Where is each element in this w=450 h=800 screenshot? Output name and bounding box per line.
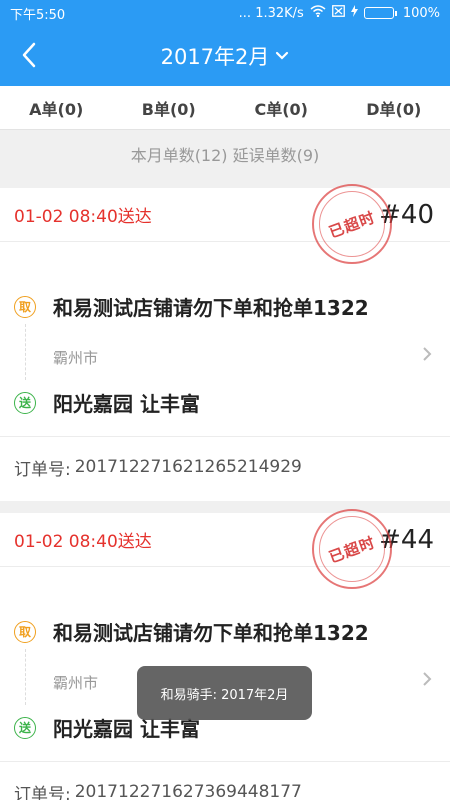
delivery-badge: 送 xyxy=(14,716,36,739)
shop-name: 和易测试店铺请勿下单和抢单1322 xyxy=(53,296,369,320)
order-id: 20171227162126521492​9 xyxy=(74,457,302,477)
customer-address: 阳光嘉园 让丰富 xyxy=(53,392,200,416)
route-connector xyxy=(25,649,26,705)
pickup-badge: 取 xyxy=(14,620,36,643)
order-card[interactable]: 01-02 08:40送达 已超时 #40 取 和易测试店铺请勿下单和抢单132… xyxy=(0,184,450,501)
chevron-right-icon[interactable] xyxy=(422,671,432,687)
order-id-row: 订单号: 20171227162736944817​7 xyxy=(0,762,450,800)
tab-d[interactable]: D单(0) xyxy=(338,86,450,129)
app-header: 下午5:50 ... 1.32K/s 100% 2017年2月 xyxy=(0,0,450,86)
delivery-time: 01-02 08:40送达 xyxy=(14,207,152,227)
order-id: 20171227162736944817​7 xyxy=(74,782,302,800)
sim-icon xyxy=(331,5,345,21)
tab-b[interactable]: B单(0) xyxy=(113,86,226,129)
city-label: 霸州市 xyxy=(53,674,99,692)
route-connector xyxy=(25,324,26,380)
tab-a[interactable]: A单(0) xyxy=(0,86,113,129)
shop-name: 和易测试店铺请勿下单和抢单1322 xyxy=(53,621,369,645)
delivery-time: 01-02 08:40送达 xyxy=(14,532,152,552)
battery-icon xyxy=(363,7,397,19)
page-title: 2017年2月 xyxy=(160,45,270,69)
order-id-label: 订单号: xyxy=(14,459,71,480)
order-card[interactable]: 01-02 08:40送达 已超时 #44 取 和易测试店铺请勿下单和抢单132… xyxy=(0,509,450,800)
route-info: 取 和易测试店铺请勿下单和抢单1322 霸州市 送 阳光嘉园 让丰富 xyxy=(0,567,450,762)
stamp-label: 已超时 xyxy=(326,207,378,242)
tab-c[interactable]: C单(0) xyxy=(225,86,338,129)
month-summary: 本月单数(12) 延误单数(9) xyxy=(130,146,320,165)
order-card-header: 01-02 08:40送达 已超时 #44 xyxy=(0,509,450,589)
month-selector[interactable]: 2017年2月 xyxy=(161,41,290,71)
back-button[interactable] xyxy=(14,40,44,70)
chevron-down-icon xyxy=(276,51,289,60)
pickup-badge: 取 xyxy=(14,295,36,318)
network-speed: ... 1.32K/s xyxy=(238,5,304,21)
chevron-left-icon xyxy=(22,42,36,68)
nav-bar: 2017年2月 xyxy=(0,26,450,86)
battery-percent: 100% xyxy=(402,5,440,21)
status-indicators: ... 1.32K/s 100% xyxy=(239,5,440,21)
route-info: 取 和易测试店铺请勿下单和抢单1322 霸州市 送 阳光嘉园 让丰富 xyxy=(0,242,450,437)
delivery-badge: 送 xyxy=(14,391,36,414)
order-id-row: 订单号: 20171227162126521492​9 xyxy=(0,437,450,497)
chevron-right-icon[interactable] xyxy=(422,346,432,362)
wifi-icon xyxy=(310,5,326,21)
charging-icon xyxy=(350,5,358,21)
order-id-label: 订单号: xyxy=(14,784,71,800)
city-label: 霸州市 xyxy=(53,349,99,367)
order-type-tabs: A单(0) B单(0) C单(0) D单(0) xyxy=(0,86,450,130)
status-time: 下午5:50 xyxy=(10,7,66,23)
toast-message: 和易骑手: 2017年2月 xyxy=(137,666,312,720)
status-bar: 下午5:50 ... 1.32K/s 100% xyxy=(0,0,450,26)
order-card-header: 01-02 08:40送达 已超时 #40 xyxy=(0,184,450,264)
stamp-label: 已超时 xyxy=(326,532,378,567)
